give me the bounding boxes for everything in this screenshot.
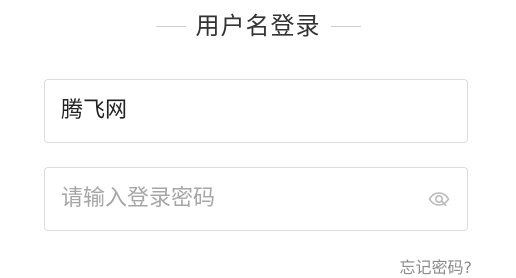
forgot-password-link[interactable]: 忘记密码? bbox=[400, 257, 473, 278]
login-title: 用户名登录 bbox=[195, 12, 321, 40]
eye-hidden-icon[interactable] bbox=[427, 187, 451, 211]
password-input-placeholder[interactable]: 请输入登录密码 bbox=[61, 188, 419, 210]
password-field[interactable]: 请输入登录密码 bbox=[44, 167, 468, 231]
title-divider-right bbox=[330, 25, 361, 27]
title-divider-left bbox=[155, 25, 186, 27]
login-panel: 用户名登录 腾飞网 请输入登录密码 忘记密码? bbox=[0, 0, 516, 278]
username-input-value[interactable]: 腾飞网 bbox=[61, 100, 451, 122]
username-field[interactable]: 腾飞网 bbox=[44, 79, 468, 143]
login-title-row: 用户名登录 bbox=[0, 8, 516, 44]
